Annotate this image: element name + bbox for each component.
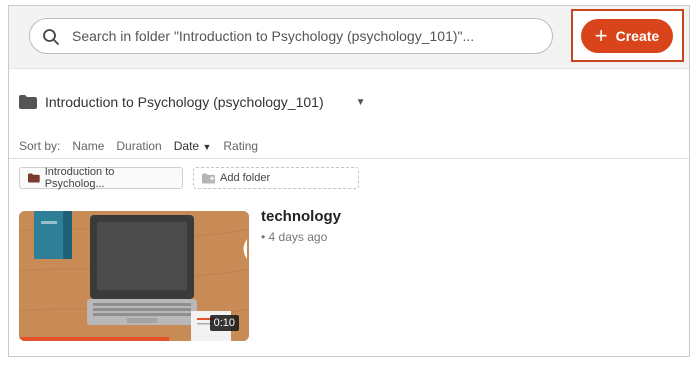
sort-option-duration[interactable]: Duration <box>116 139 161 153</box>
folder-icon <box>19 95 37 109</box>
folder-name: Introduction to Psychology (psychology_1… <box>45 94 324 110</box>
add-folder-label: Add folder <box>220 172 271 184</box>
folder-chip[interactable]: Introduction to Psycholog... <box>19 166 183 190</box>
sort-option-name[interactable]: Name <box>72 139 104 153</box>
sort-option-rating[interactable]: Rating <box>223 139 258 153</box>
sort-option-date-label: Date <box>173 139 200 153</box>
search-input[interactable]: Search in folder "Introduction to Psycho… <box>29 18 553 54</box>
video-title[interactable]: technology <box>261 208 341 225</box>
video-meta: • 4 days ago <box>261 230 328 244</box>
plus-icon: + <box>594 23 608 48</box>
caret-down-icon: ▼ <box>202 142 212 152</box>
create-button-highlight: + Create <box>571 9 684 62</box>
create-button-label: Create <box>615 28 660 44</box>
add-folder-button[interactable]: Add folder <box>193 167 359 189</box>
folder-chip-label: Introduction to Psycholog... <box>44 166 115 190</box>
watch-progress-bar <box>19 337 169 341</box>
create-button[interactable]: + Create <box>581 19 673 53</box>
folder-icon <box>28 173 40 183</box>
chevron-down-icon[interactable]: ▼ <box>356 97 366 108</box>
sort-option-date[interactable]: Date ▼ <box>174 139 212 153</box>
duration-badge: 0:10 <box>209 315 239 331</box>
folder-selector[interactable]: Introduction to Psychology (psychology_1… <box>19 94 366 110</box>
search-icon <box>43 29 59 45</box>
sort-label: Sort by: <box>19 139 61 153</box>
sort-bar: Sort by: Name Duration Date ▼ Rating <box>19 139 258 153</box>
divider <box>9 158 689 159</box>
video-thumbnail[interactable]: 0:10 <box>19 211 249 341</box>
app-frame: Search in folder "Introduction to Psycho… <box>8 5 690 357</box>
search-placeholder: Search in folder "Introduction to Psycho… <box>72 28 475 44</box>
add-folder-icon <box>202 172 215 184</box>
top-bar: Search in folder "Introduction to Psycho… <box>9 6 689 69</box>
